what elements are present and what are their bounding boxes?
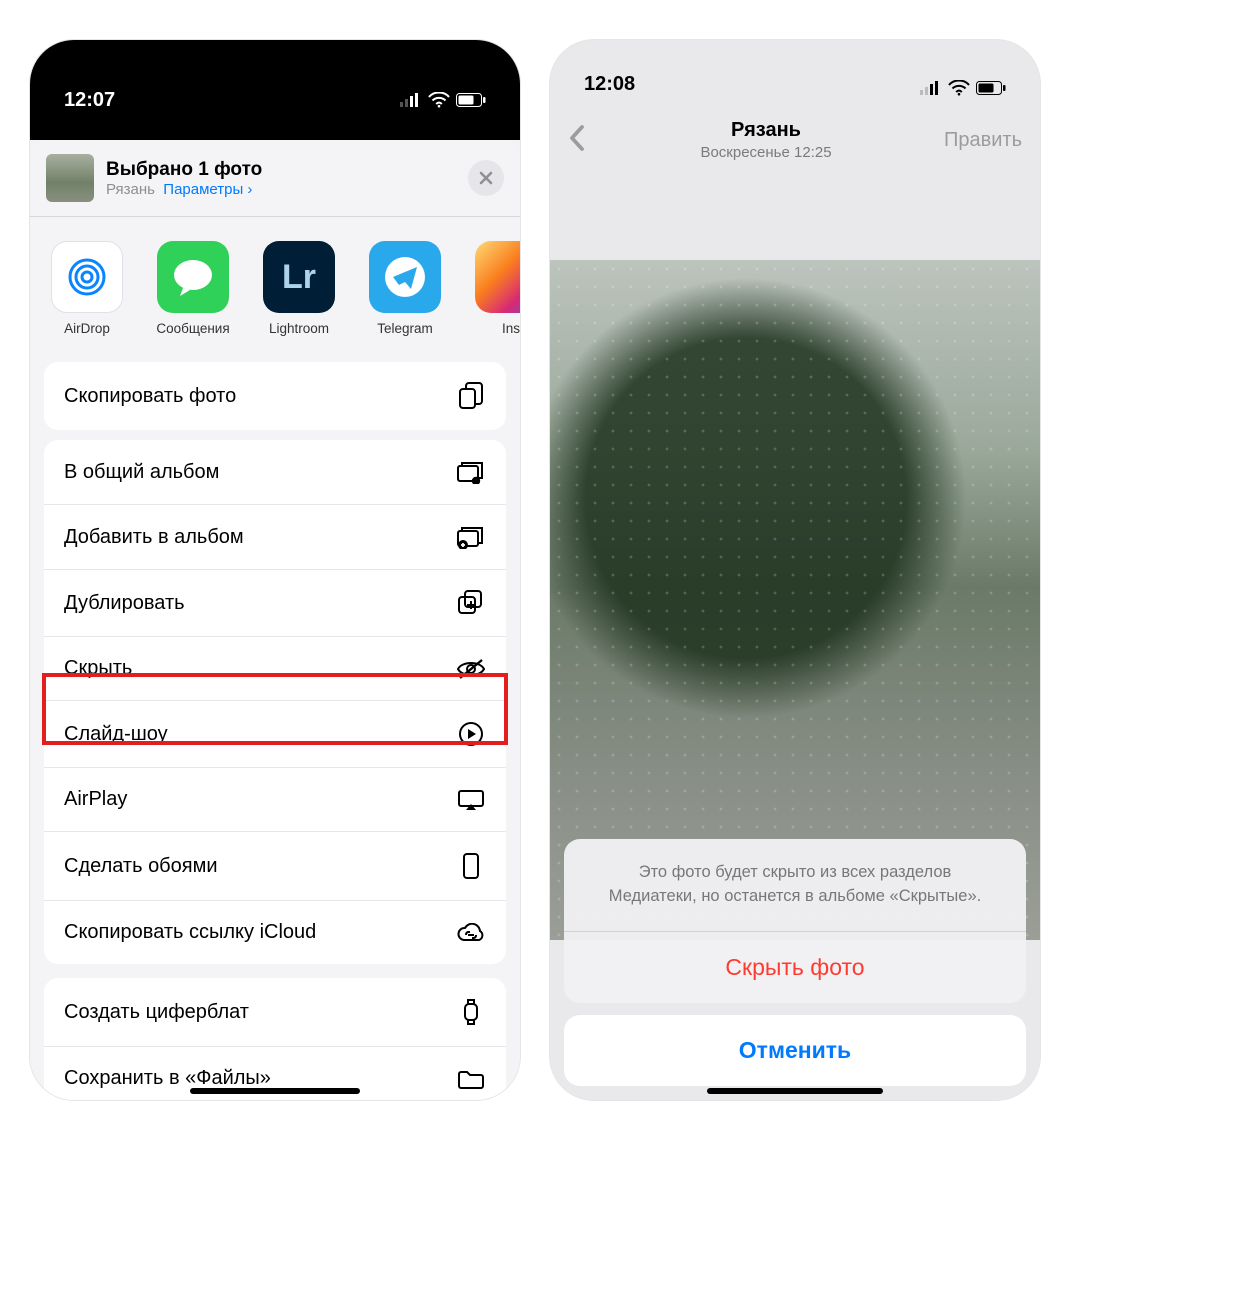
wallpaper-icon	[456, 852, 486, 880]
airplay-icon	[456, 789, 486, 811]
statusbar: 12:08	[550, 40, 1040, 100]
action-label: Сделать обоями	[64, 855, 218, 878]
folder-icon	[456, 1068, 486, 1090]
status-icons	[920, 80, 1006, 96]
share-location: Рязань	[106, 181, 155, 198]
close-button[interactable]	[468, 160, 504, 196]
close-icon	[478, 170, 494, 186]
action-watch-face[interactable]: Создать циферблат	[44, 978, 506, 1046]
airdrop-icon	[63, 253, 111, 301]
action-label: Дублировать	[64, 592, 185, 615]
duplicate-icon	[456, 590, 486, 616]
app-messages[interactable]: Сообщения	[154, 241, 232, 336]
app-label: Сообщения	[156, 321, 229, 336]
nav-subtitle: Воскресенье 12:25	[700, 144, 831, 161]
signal-icon	[920, 81, 942, 95]
photo-viewer[interactable]: Это фото будет скрыто из всех разделов М…	[550, 180, 1040, 1100]
action-label: Сохранить в «Файлы»	[64, 1067, 271, 1090]
app-telegram[interactable]: Telegram	[366, 241, 444, 336]
status-icons	[400, 92, 486, 108]
watch-icon	[456, 998, 486, 1026]
action-label: Слайд-шоу	[64, 723, 168, 746]
nav-title-block: Рязань Воскресенье 12:25	[700, 119, 831, 161]
status-time: 12:08	[584, 73, 635, 96]
action-wallpaper[interactable]: Сделать обоями	[44, 831, 506, 900]
wifi-icon	[948, 80, 970, 96]
share-apps-row[interactable]: AirDrop Сообщения Lr Lightroom Telegram	[30, 217, 520, 358]
chevron-left-icon	[568, 123, 588, 153]
share-sheet: Выбрано 1 фото Рязань Параметры › AirDro…	[30, 140, 520, 1100]
app-lightroom[interactable]: Lr Lightroom	[260, 241, 338, 336]
app-instagram[interactable]: Ins	[472, 241, 520, 336]
action-shared-album[interactable]: В общий альбом	[44, 440, 506, 504]
action-sheet-card: Это фото будет скрыто из всех разделов М…	[564, 839, 1026, 1003]
add-album-icon	[456, 525, 486, 549]
copy-icon	[456, 382, 486, 410]
app-label: Ins	[502, 321, 520, 336]
cancel-button[interactable]: Отменить	[564, 1015, 1026, 1086]
messages-icon	[170, 256, 216, 298]
app-airdrop[interactable]: AirDrop	[48, 241, 126, 336]
wifi-icon	[428, 92, 450, 108]
rain-overlay	[550, 260, 1040, 940]
nav-title: Рязань	[700, 119, 831, 142]
app-label: Telegram	[377, 321, 433, 336]
action-label: Скопировать ссылку iCloud	[64, 921, 316, 944]
battery-icon	[456, 93, 486, 107]
action-sheet-message: Это фото будет скрыто из всех разделов М…	[564, 839, 1026, 931]
action-duplicate[interactable]: Дублировать	[44, 569, 506, 636]
photo	[550, 260, 1040, 940]
edit-button[interactable]: Править	[944, 129, 1022, 152]
action-label: Скрыть	[64, 657, 132, 680]
nav-bar: Рязань Воскресенье 12:25 Править	[550, 100, 1040, 180]
battery-icon	[976, 81, 1006, 95]
share-title: Выбрано 1 фото	[106, 159, 456, 181]
action-label: Скопировать фото	[64, 385, 236, 408]
hide-icon	[456, 658, 486, 680]
action-copy-photo[interactable]: Скопировать фото	[44, 362, 506, 430]
phone-left-share-sheet: 12:07 Выбрано 1 фото Рязань Параметры ›	[30, 40, 520, 1100]
action-label: Добавить в альбом	[64, 526, 244, 549]
action-airplay[interactable]: AirPlay	[44, 767, 506, 831]
statusbar: 12:07	[30, 40, 520, 140]
action-list-bottom: Создать циферблат Сохранить в «Файлы»	[44, 978, 506, 1100]
action-label: В общий альбом	[64, 461, 219, 484]
photo-thumbnail[interactable]	[46, 154, 94, 202]
app-label: Lightroom	[269, 321, 329, 336]
home-indicator[interactable]	[707, 1088, 883, 1094]
signal-icon	[400, 93, 422, 107]
app-label: AirDrop	[64, 321, 110, 336]
phone-right-confirm: 12:08 Рязань Воскресенье 12:25 Править Э…	[550, 40, 1040, 1100]
hide-photo-button[interactable]: Скрыть фото	[564, 931, 1026, 1003]
shared-album-icon	[456, 460, 486, 484]
back-button[interactable]	[568, 123, 588, 158]
action-label: Создать циферблат	[64, 1001, 249, 1024]
icloud-link-icon	[456, 923, 486, 943]
share-subtitle: Рязань Параметры ›	[106, 181, 456, 198]
action-add-to-album[interactable]: Добавить в альбом	[44, 504, 506, 569]
play-icon	[456, 721, 486, 747]
home-indicator[interactable]	[190, 1088, 360, 1094]
share-sheet-header: Выбрано 1 фото Рязань Параметры ›	[30, 140, 520, 216]
options-link[interactable]: Параметры ›	[163, 181, 252, 198]
action-hide[interactable]: Скрыть	[44, 636, 506, 700]
action-label: AirPlay	[64, 788, 127, 811]
status-time: 12:07	[64, 89, 115, 112]
action-list-main: В общий альбом Добавить в альбом Дублиро…	[44, 440, 506, 964]
telegram-icon	[383, 255, 427, 299]
action-icloud-link[interactable]: Скопировать ссылку iCloud	[44, 900, 506, 964]
action-slideshow[interactable]: Слайд-шоу	[44, 700, 506, 767]
confirm-action-sheet: Это фото будет скрыто из всех разделов М…	[564, 839, 1026, 1086]
